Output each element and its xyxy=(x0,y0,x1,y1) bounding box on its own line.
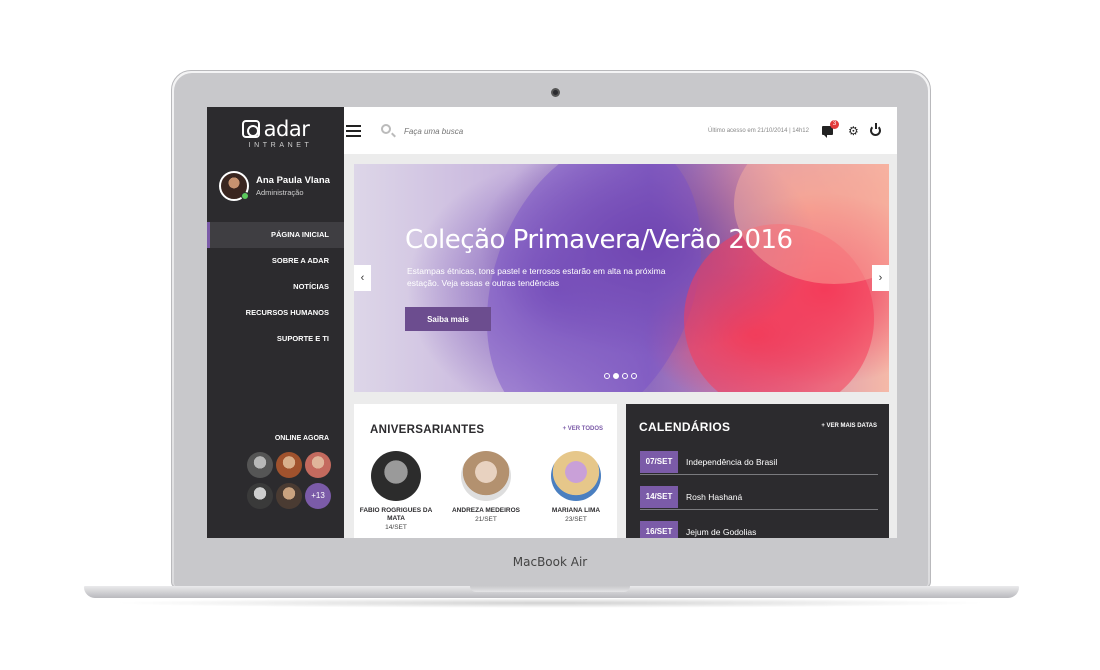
carousel-dot[interactable] xyxy=(631,373,637,379)
avatar xyxy=(219,171,249,201)
calendars-card: CALENDÁRIOS + VER MAIS DATAS 07/SET Inde… xyxy=(626,404,889,538)
see-more-dates-link[interactable]: + VER MAIS DATAS xyxy=(821,423,877,429)
laptop-notch xyxy=(470,586,630,592)
event-date: 07/SET xyxy=(640,451,678,473)
user-name: Ana Paula Vlana xyxy=(256,175,330,186)
prev-slide-button[interactable]: ‹ xyxy=(354,265,371,291)
calendar-event[interactable]: 14/SET Rosh Hashaná xyxy=(640,485,878,510)
calendar-event[interactable]: 16/SET Jejum de Godolias xyxy=(640,520,878,538)
sidebar-item-noticias[interactable]: NOTÍCIAS xyxy=(207,274,344,300)
online-user-avatar[interactable] xyxy=(247,483,273,509)
search-input[interactable] xyxy=(404,124,584,138)
birthday-date: 21/SET xyxy=(475,516,497,523)
birthday-person[interactable]: MARIANA LIMA 23/SET xyxy=(536,451,616,523)
calendars-title: CALENDÁRIOS xyxy=(639,420,731,434)
sidebar-item-recursos-humanos[interactable]: RECURSOS HUMANOS xyxy=(207,300,344,326)
menu-icon[interactable] xyxy=(346,125,361,137)
birthday-date: 23/SET xyxy=(565,516,587,523)
carousel-dot[interactable] xyxy=(604,373,610,379)
calendar-event[interactable]: 07/SET Independência do Brasil xyxy=(640,450,878,475)
online-user-avatar[interactable] xyxy=(305,452,331,478)
birthday-name: FABIO ROGRIGUES DA MATA xyxy=(359,507,433,522)
sidebar-item-sobre-a-adar[interactable]: SOBRE A ADAR xyxy=(207,248,344,274)
user-profile[interactable]: Ana Paula Vlana Administração xyxy=(219,171,330,201)
online-status-icon xyxy=(241,192,249,200)
next-slide-button[interactable]: › xyxy=(872,265,889,291)
adar-logo-icon xyxy=(241,120,260,138)
screen: adar INTRANET Ana Paula Vlana Administra… xyxy=(207,107,897,538)
birthday-name: MARIANA LIMA xyxy=(551,507,601,514)
carousel-dots xyxy=(604,373,637,379)
hero-description: Estampas étnicas, tons pastel e terrosos… xyxy=(407,266,666,288)
sidebar-item-suporte-e-ti[interactable]: SUPORTE E TI xyxy=(207,326,344,352)
avatar xyxy=(461,451,511,501)
sidebar-nav: PÁGINA INICIAL SOBRE A ADAR NOTÍCIAS REC… xyxy=(207,222,344,352)
birthdays-title: ANIVERSARIANTES xyxy=(370,424,485,436)
online-user-avatar[interactable] xyxy=(276,483,302,509)
online-user-avatar[interactable] xyxy=(276,452,302,478)
event-name: Jejum de Godolias xyxy=(686,527,757,537)
camera-icon xyxy=(551,88,560,97)
device-model-label: MacBook Air xyxy=(512,555,588,569)
event-name: Rosh Hashaná xyxy=(686,492,743,502)
hero-title: Coleção Primavera/Verão 2016 xyxy=(405,225,793,255)
topbar: Último acesso em 21/10/2014 | 14h12 3 ⚙ xyxy=(344,107,897,154)
birthdays-card: ANIVERSARIANTES + VER TODOS FABIO ROGRIG… xyxy=(354,404,617,538)
event-name: Independência do Brasil xyxy=(686,457,778,467)
calendar-list: 07/SET Independência do Brasil 14/SET Ro… xyxy=(640,450,878,538)
gear-icon[interactable]: ⚙ xyxy=(848,125,859,137)
birthday-person[interactable]: ANDREZA MEDEIROS 21/SET xyxy=(446,451,526,523)
user-role: Administração xyxy=(256,188,304,197)
online-user-avatar[interactable] xyxy=(247,452,273,478)
birthday-date: 14/SET xyxy=(385,524,407,531)
logo[interactable]: adar INTRANET xyxy=(207,117,344,149)
logo-text: adar xyxy=(263,117,310,141)
online-now-title: ONLINE AGORA xyxy=(274,435,329,442)
birthday-person[interactable]: FABIO ROGRIGUES DA MATA 14/SET xyxy=(356,451,436,531)
event-date: 16/SET xyxy=(640,521,678,538)
laptop-shadow xyxy=(110,598,990,608)
avatar xyxy=(371,451,421,501)
see-all-birthdays-link[interactable]: + VER TODOS xyxy=(563,426,603,432)
power-icon[interactable] xyxy=(870,123,881,136)
sidebar-item-pagina-inicial[interactable]: PÁGINA INICIAL xyxy=(207,222,344,248)
notification-badge: 3 xyxy=(830,120,839,129)
search-icon xyxy=(381,124,391,134)
sidebar: adar INTRANET Ana Paula Vlana Administra… xyxy=(207,107,344,538)
online-users: +13 xyxy=(247,452,332,509)
last-access-text: Último acesso em 21/10/2014 | 14h12 xyxy=(708,128,809,134)
carousel-dot[interactable] xyxy=(613,373,619,379)
learn-more-button[interactable]: Saiba mais xyxy=(405,307,491,331)
event-date: 14/SET xyxy=(640,486,678,508)
avatar xyxy=(551,451,601,501)
carousel-dot[interactable] xyxy=(622,373,628,379)
hero-banner: Coleção Primavera/Verão 2016 Estampas ét… xyxy=(354,164,889,392)
birthday-name: ANDREZA MEDEIROS xyxy=(451,507,520,514)
logo-subtitle: INTRANET xyxy=(248,142,313,149)
online-more-button[interactable]: +13 xyxy=(305,483,331,509)
